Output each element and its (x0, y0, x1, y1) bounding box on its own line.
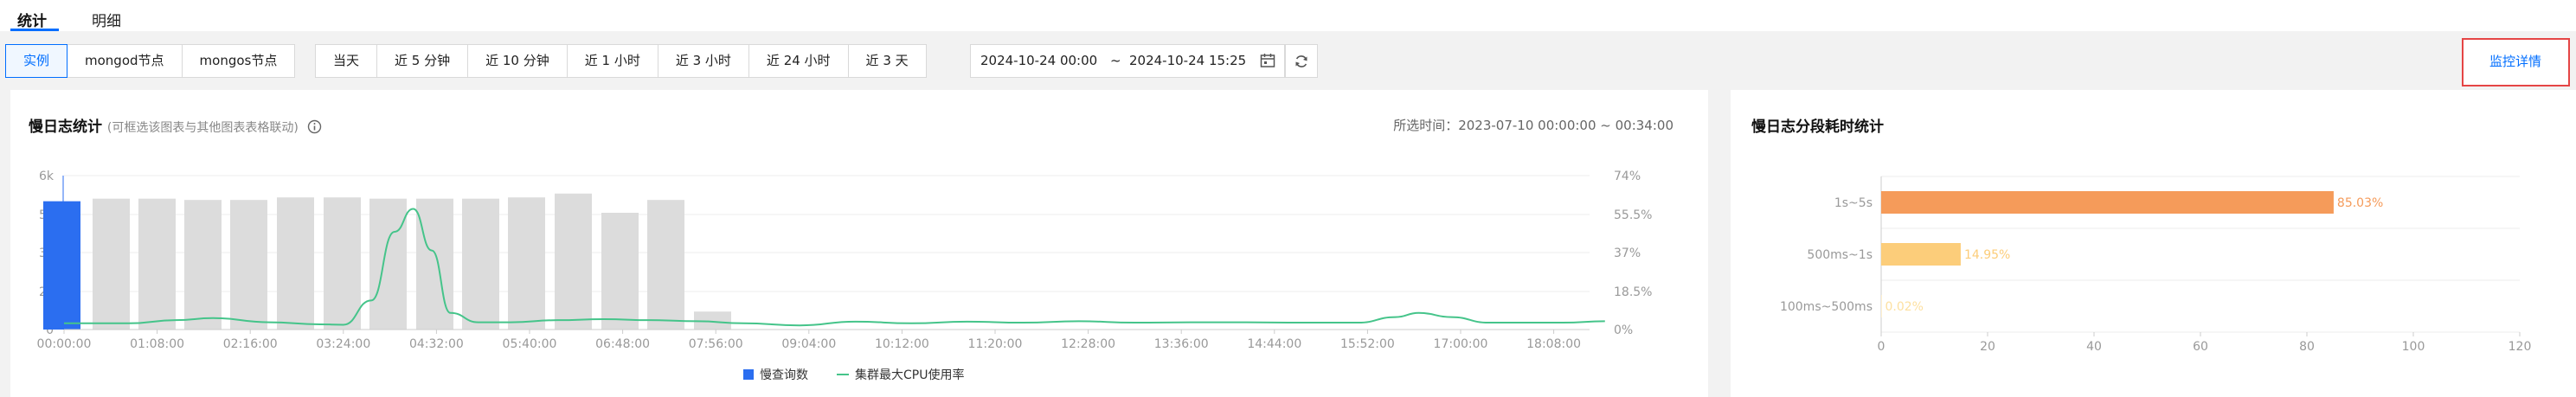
date-range-picker[interactable]: 2024-10-24 00:00 ~ 2024-10-24 15:25 (970, 44, 1285, 78)
duration-bar[interactable] (1881, 295, 1882, 317)
tabs-bar: 统计 明细 (0, 0, 2576, 31)
preset-5min-button[interactable]: 近 5 分钟 (377, 45, 469, 77)
y-right-tick-label: 37% (1614, 247, 1641, 260)
x-tick-label: 09:04:00 (781, 337, 836, 351)
x-tick-label: 04:32:00 (409, 337, 464, 351)
x-tick-label: 06:48:00 (595, 337, 650, 351)
duration-category-label: 100ms~500ms (1780, 300, 1873, 314)
monitor-highlight: 监控详情 (2462, 38, 2570, 86)
x-tick-label: 60 (2193, 340, 2208, 354)
x-tick-label: 15:52:00 (1340, 337, 1395, 351)
x-tick-label: 120 (2509, 340, 2532, 354)
slow-log-stats-panel: 慢日志统计 (可框选该图表与其他图表表格联动) 所选时间：2023-07-10 … (10, 90, 1708, 397)
y-right-tick-label: 74% (1614, 170, 1641, 183)
bar-slow-queries[interactable] (601, 213, 639, 330)
filter-mongos-button[interactable]: mongos节点 (182, 45, 295, 77)
x-tick-label: 20 (1980, 340, 1995, 354)
x-tick-label: 03:24:00 (316, 337, 370, 351)
preset-today-button[interactable]: 当天 (316, 45, 378, 77)
duration-bar-label: 0.02% (1885, 300, 1924, 314)
y-right-tick-label: 18.5% (1614, 285, 1652, 299)
monitor-details-button[interactable]: 监控详情 (2474, 47, 2557, 77)
slow-log-duration-panel: 慢日志分段耗时统计 85.03% 14.95% 0.02% 1s~5s 500ms~1… (1731, 90, 2576, 397)
y-right-tick-label: 0% (1614, 323, 1633, 337)
refresh-icon (1295, 55, 1307, 67)
time-preset-group: 当天 近 5 分钟 近 10 分钟 近 1 小时 近 3 小时 近 24 小时 … (315, 44, 927, 78)
duration-category-label: 500ms~1s (1807, 248, 1873, 262)
x-tick-label: 14:44:00 (1247, 337, 1301, 351)
preset-24h-button[interactable]: 近 24 小时 (748, 45, 849, 77)
date-range-start: 2024-10-24 00:00 (980, 53, 1098, 68)
calendar-icon[interactable] (1260, 53, 1275, 68)
x-tick-label: 13:36:00 (1154, 337, 1209, 351)
legend-label-cpu[interactable]: 集群最大CPU使用率 (855, 368, 964, 382)
legend-swatch-slow-queries (743, 369, 754, 380)
x-tick-label: 40 (2086, 340, 2102, 354)
filter-instance-button[interactable]: 实例 (5, 44, 68, 78)
duration-bar[interactable] (1881, 243, 1961, 266)
bar-slow-queries[interactable] (93, 198, 130, 330)
bar-slow-queries[interactable] (647, 200, 684, 330)
node-filter-group: 实例 mongod节点 mongos节点 (5, 44, 296, 78)
x-tick-label: 10:12:00 (875, 337, 929, 351)
preset-3h-button[interactable]: 近 3 小时 (658, 45, 749, 77)
bar-slow-queries[interactable] (555, 193, 592, 330)
x-tick-label: 0 (1878, 340, 1885, 354)
bar-slow-queries[interactable] (462, 198, 499, 330)
bar-slow-queries[interactable] (138, 198, 176, 330)
x-tick-label: 18:08:00 (1526, 337, 1581, 351)
bar-slow-queries[interactable] (324, 197, 361, 330)
bar-slow-queries[interactable] (369, 198, 407, 330)
date-range-end: 2024-10-24 15:25 (1129, 53, 1247, 68)
x-tick-label: 17:00:00 (1434, 337, 1488, 351)
x-tick-label: 00:00:00 (37, 337, 92, 351)
bar-slow-queries[interactable] (508, 197, 545, 330)
duration-category-label: 1s~5s (1834, 196, 1873, 210)
preset-1h-button[interactable]: 近 1 小时 (567, 45, 658, 77)
x-tick-label: 05:40:00 (503, 337, 557, 351)
duration-bar-label: 14.95% (1964, 248, 2010, 262)
duration-chart[interactable]: 85.03% 14.95% 0.02% 1s~5s 500ms~1s 100ms~500… (1731, 90, 2576, 397)
y-right-tick-label: 55.5% (1614, 208, 1652, 222)
tab-statistics[interactable]: 统计 (17, 9, 47, 30)
bar-slow-queries[interactable] (184, 200, 222, 330)
bar-slow-queries[interactable] (230, 200, 267, 330)
slow-log-chart[interactable]: 02k3k5k6k 0%18.5%37%55.5%74% 00:00:0001:… (10, 90, 1708, 397)
duration-bar-label: 85.03% (2337, 196, 2383, 210)
preset-3d-button[interactable]: 近 3 天 (848, 45, 926, 77)
bar-slow-queries[interactable] (43, 201, 80, 330)
y-tick-label: 6k (39, 170, 55, 183)
x-tick-label: 11:20:00 (968, 337, 1023, 351)
x-tick-label: 07:56:00 (689, 337, 743, 351)
x-tick-label: 80 (2299, 340, 2315, 354)
legend-label-slow-queries[interactable]: 慢查询数 (760, 368, 808, 382)
date-range-separator: ~ (1110, 53, 1121, 68)
x-tick-label: 100 (2402, 340, 2425, 354)
x-tick-label: 02:16:00 (223, 337, 278, 351)
duration-bar[interactable] (1881, 191, 2334, 214)
refresh-button[interactable] (1285, 44, 1318, 78)
filter-mongod-button[interactable]: mongod节点 (67, 45, 183, 77)
bar-slow-queries[interactable] (277, 197, 314, 330)
x-tick-label: 12:28:00 (1061, 337, 1115, 351)
preset-10min-button[interactable]: 近 10 分钟 (468, 45, 568, 77)
tab-details[interactable]: 明细 (92, 9, 121, 30)
x-tick-label: 01:08:00 (130, 337, 184, 351)
